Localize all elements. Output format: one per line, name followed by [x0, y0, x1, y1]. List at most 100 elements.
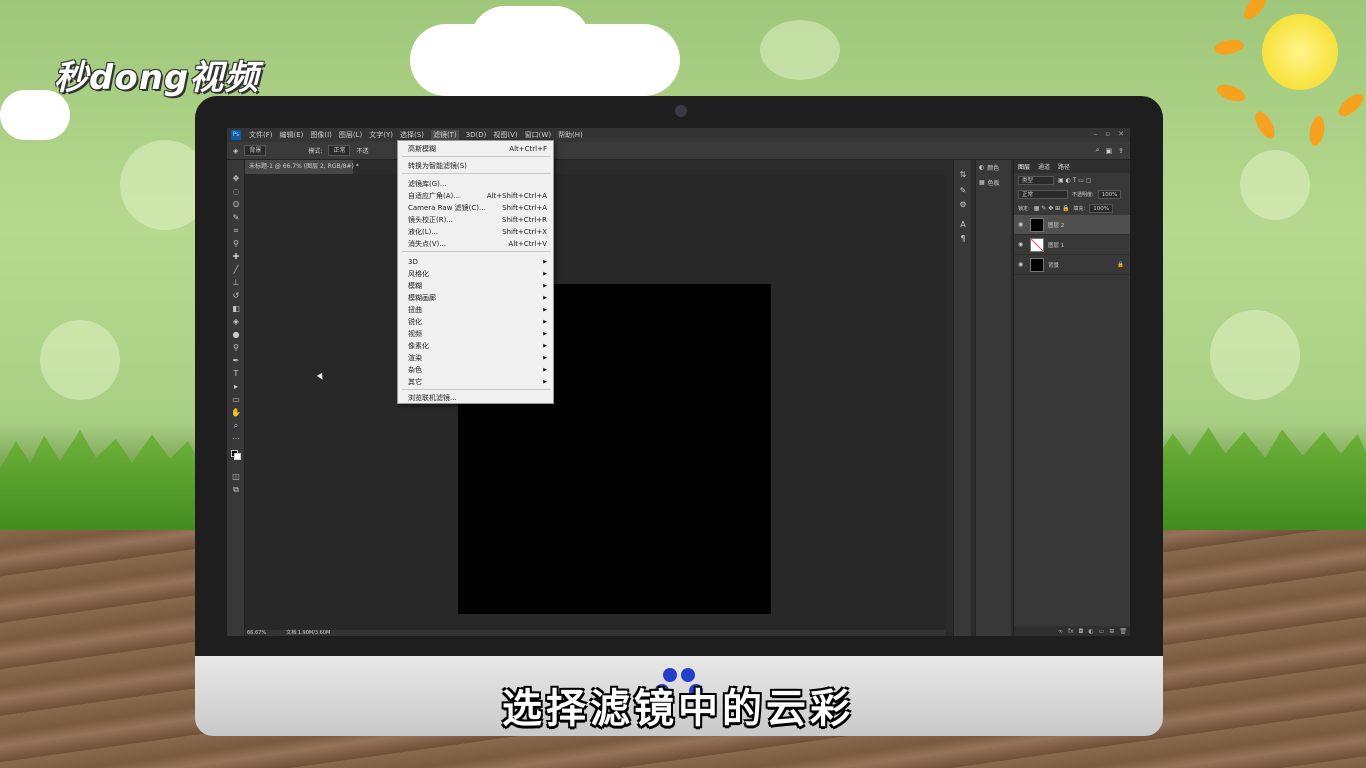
- maximize-icon[interactable]: ▫: [1105, 130, 1110, 138]
- layer-row[interactable]: ◉ 图层 1: [1014, 235, 1130, 255]
- adjustments-icon[interactable]: ⚙: [958, 200, 968, 210]
- menu-image[interactable]: 图像(I): [310, 130, 332, 140]
- quick-mask-icon[interactable]: ◫: [231, 472, 241, 482]
- menu-item-distort[interactable]: 扭曲 ▶: [398, 304, 555, 315]
- lasso-tool-icon[interactable]: ʘ: [231, 200, 241, 210]
- sun-ray: [1213, 38, 1245, 57]
- hand-tool-icon[interactable]: ✋: [231, 408, 241, 418]
- menu-view[interactable]: 视图(V): [493, 130, 517, 140]
- brush-settings-icon[interactable]: ✎: [958, 186, 968, 196]
- move-tool-icon[interactable]: ✥: [231, 174, 241, 184]
- menu-item-stylize[interactable]: 风格化 ▶: [398, 268, 555, 279]
- filter-icons[interactable]: ▣ ◐ T ▭ ▢: [1058, 177, 1092, 184]
- eyedropper-icon[interactable]: ⚲: [231, 239, 241, 249]
- menu-item-sharpen[interactable]: 锐化 ▶: [398, 316, 555, 327]
- color-swatches-icon[interactable]: [231, 450, 241, 460]
- menu-item-lens-correction[interactable]: 镜头校正(R)... Shift+Ctrl+R: [398, 214, 555, 225]
- menu-type[interactable]: 文字(Y): [369, 130, 393, 140]
- history-brush-icon[interactable]: ↺: [231, 291, 241, 301]
- color-tab[interactable]: ◐ 颜色: [976, 160, 1011, 175]
- menu-item-shortcut: Shift+Ctrl+X: [502, 228, 547, 236]
- menu-item-blur-gallery[interactable]: 模糊画廊 ▶: [398, 292, 555, 303]
- paint-bucket-tool-icon[interactable]: ◈: [231, 317, 241, 327]
- layer-row[interactable]: ◉ 背景 🔒: [1014, 255, 1130, 275]
- adjustment-layer-icon[interactable]: ◐: [1088, 628, 1093, 635]
- fill-input[interactable]: 100%: [1089, 204, 1113, 213]
- marquee-tool-icon[interactable]: ◌: [231, 187, 241, 197]
- pen-tool-icon[interactable]: ✒: [231, 356, 241, 366]
- tab-channels[interactable]: 通道: [1038, 162, 1050, 171]
- menu-item-browse-online-filters[interactable]: 浏览联机滤镜...: [398, 392, 555, 403]
- menu-edit[interactable]: 编辑(E): [280, 130, 304, 140]
- menu-layer[interactable]: 图层(L): [339, 130, 362, 140]
- share-icon[interactable]: ⇪: [1118, 147, 1124, 155]
- new-layer-icon[interactable]: ⊞: [1109, 628, 1114, 635]
- link-icon[interactable]: ∞: [1058, 628, 1063, 635]
- document-tab[interactable]: 未标题-1 @ 66.7% (图层 2, RGB/8#) *: [245, 160, 353, 174]
- paragraph-icon[interactable]: ¶: [958, 234, 968, 244]
- menu-bar: Ps 文件(F) 编辑(E) 图像(I) 图层(L) 文字(Y) 选择(S) 滤…: [227, 128, 1130, 142]
- menu-select[interactable]: 选择(S): [400, 130, 424, 140]
- history-icon[interactable]: ⇅: [958, 170, 968, 180]
- menu-item-blur[interactable]: 模糊 ▶: [398, 280, 555, 291]
- menu-item-adaptive-wide-angle[interactable]: 自适应广角(A)... Alt+Shift+Ctrl+A: [398, 190, 555, 201]
- healing-brush-icon[interactable]: ✚: [231, 252, 241, 262]
- eraser-tool-icon[interactable]: ◧: [231, 304, 241, 314]
- canvas-area[interactable]: [245, 174, 945, 630]
- mode-select[interactable]: 正常: [328, 145, 350, 156]
- kind-filter-select[interactable]: 类型: [1018, 176, 1054, 185]
- eye-icon[interactable]: ◉: [1018, 241, 1026, 248]
- menu-item-other[interactable]: 其它 ▶: [398, 376, 555, 387]
- blur-tool-icon[interactable]: ●: [231, 330, 241, 340]
- workspace-icon[interactable]: ▣: [1106, 147, 1113, 155]
- crop-tool-icon[interactable]: ⌗: [231, 226, 241, 236]
- opacity-input[interactable]: 100%: [1098, 190, 1122, 199]
- menu-item-pixelate[interactable]: 像素化 ▶: [398, 340, 555, 351]
- layer-row[interactable]: ◉ 图层 2: [1014, 215, 1130, 235]
- dodge-tool-icon[interactable]: ⚲: [231, 343, 241, 353]
- character-icon[interactable]: A: [958, 220, 968, 230]
- menu-item-noise[interactable]: 杂色 ▶: [398, 364, 555, 375]
- group-icon[interactable]: ▭: [1099, 628, 1105, 635]
- menu-item-filter-gallery[interactable]: 滤镜库(G)...: [398, 178, 555, 189]
- grass-right: [1156, 425, 1366, 535]
- mask-icon[interactable]: ◘: [1079, 628, 1084, 635]
- screen-mode-icon[interactable]: ⧉: [231, 485, 241, 495]
- search-icon[interactable]: ⌕: [1096, 146, 1100, 155]
- shape-tool-icon[interactable]: ▭: [231, 395, 241, 405]
- eye-icon[interactable]: ◉: [1018, 221, 1026, 228]
- menu-item-gaussian-blur[interactable]: 高斯模糊 Alt+Ctrl+F: [398, 143, 555, 154]
- swatches-tab[interactable]: ▦ 色板: [976, 175, 1011, 190]
- menu-item-render[interactable]: 渲染 ▶: [398, 352, 555, 363]
- menu-item-3d[interactable]: 3D ▶: [398, 256, 555, 267]
- menu-item-vanishing-point[interactable]: 消失点(V)... Alt+Ctrl+V: [398, 238, 555, 249]
- menu-item-video[interactable]: 视频 ▶: [398, 328, 555, 339]
- lock-icons[interactable]: ▦ ✎ ✥ ⊞ 🔒: [1034, 205, 1070, 212]
- menu-window[interactable]: 窗口(W): [525, 130, 551, 140]
- paint-bucket-icon[interactable]: ◈: [233, 147, 238, 155]
- fill-source-select[interactable]: 背景: [244, 145, 266, 156]
- eye-icon[interactable]: ◉: [1018, 261, 1026, 268]
- path-select-icon[interactable]: ▸: [231, 382, 241, 392]
- menu-3d[interactable]: 3D(D): [466, 131, 487, 139]
- quick-select-icon[interactable]: ✎: [231, 213, 241, 223]
- menu-item-convert-smart-filter[interactable]: 转换为智能滤镜(S): [398, 160, 555, 171]
- trash-icon[interactable]: 🗑: [1119, 628, 1127, 635]
- menu-filter[interactable]: 滤镜(T): [431, 130, 459, 140]
- menu-file[interactable]: 文件(F): [249, 130, 273, 140]
- zoom-tool-icon[interactable]: ⌕: [231, 421, 241, 431]
- brush-tool-icon[interactable]: ╱: [231, 265, 241, 275]
- tab-paths[interactable]: 路径: [1058, 162, 1070, 171]
- type-tool-icon[interactable]: T: [231, 369, 241, 379]
- fx-icon[interactable]: fx: [1068, 628, 1074, 635]
- zoom-level[interactable]: 66.67%: [247, 630, 266, 636]
- minimize-icon[interactable]: –: [1094, 130, 1098, 138]
- more-tools-icon[interactable]: ⋯: [231, 434, 241, 444]
- menu-item-liquify[interactable]: 液化(L)... Shift+Ctrl+X: [398, 226, 555, 237]
- close-icon[interactable]: ✕: [1118, 130, 1124, 138]
- menu-help[interactable]: 帮助(H): [558, 130, 583, 140]
- tab-layers[interactable]: 图层: [1018, 162, 1030, 171]
- blend-mode-select[interactable]: 正常: [1018, 190, 1068, 199]
- stamp-tool-icon[interactable]: ⊥: [231, 278, 241, 288]
- menu-item-camera-raw[interactable]: Camera Raw 滤镜(C)... Shift+Ctrl+A: [398, 202, 555, 213]
